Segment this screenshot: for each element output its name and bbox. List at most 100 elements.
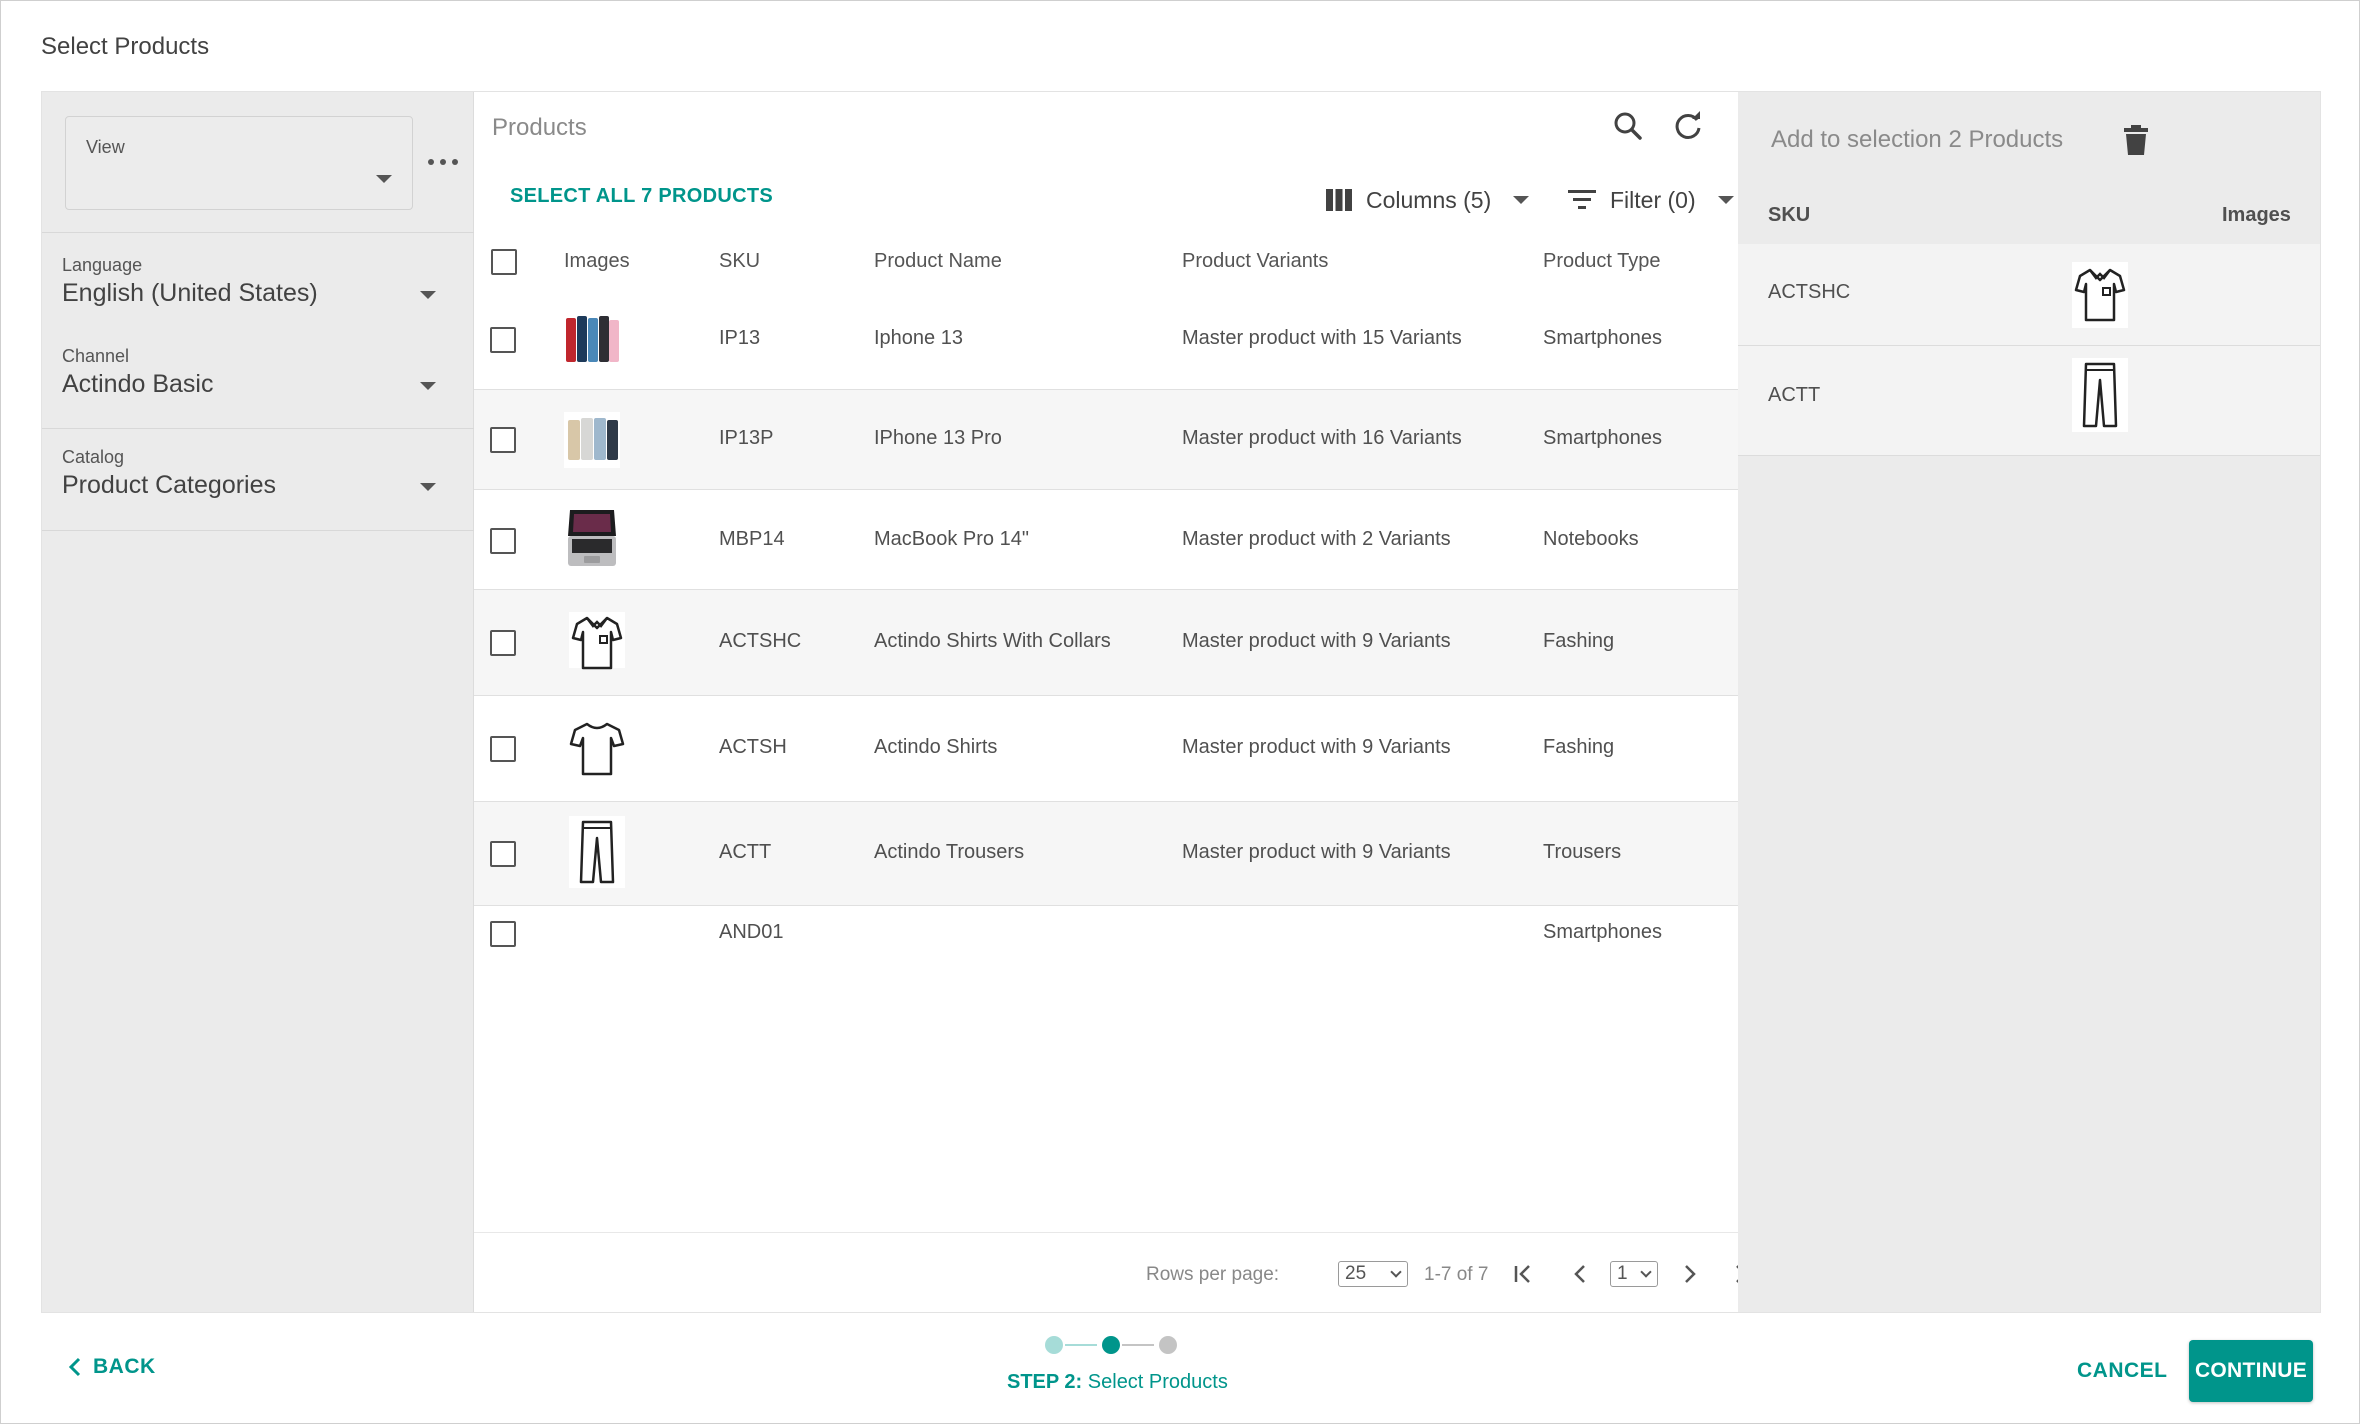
channel-value: Actindo Basic (62, 370, 214, 398)
row-product-name: Actindo Shirts (874, 736, 998, 758)
iphone-13-image (564, 312, 620, 368)
row-checkbox[interactable] (490, 528, 516, 554)
step-indicator-3 (1159, 1336, 1177, 1354)
step-indicator-2 (1102, 1336, 1120, 1354)
page-select-value: 1 (1617, 1263, 1628, 1284)
previous-page-icon[interactable] (1566, 1259, 1596, 1289)
step-connector (1122, 1344, 1154, 1346)
chevron-left-icon (68, 1357, 81, 1377)
table-row[interactable]: IP13 Iphone 13 Master product with 15 Va… (474, 290, 1738, 390)
column-header-images[interactable]: Images (564, 250, 630, 273)
select-all-button[interactable]: SELECT ALL 7 PRODUCTS (510, 185, 773, 208)
column-header-product-type[interactable]: Product Type (1543, 250, 1660, 273)
tshirt-icon (569, 718, 625, 776)
selection-sku: ACTT (1768, 384, 1821, 406)
row-checkbox[interactable] (490, 630, 516, 656)
columns-label: Columns (5) (1366, 186, 1492, 213)
columns-icon (1326, 189, 1352, 211)
row-type: Smartphones (1543, 921, 1662, 943)
back-label: BACK (93, 1355, 156, 1378)
continue-button[interactable]: CONTINUE (2189, 1340, 2313, 1402)
iphone-13-pro-image (564, 412, 620, 468)
table-row[interactable]: AND01 Smartphones (474, 906, 1738, 962)
row-sku: IP13 (719, 327, 761, 349)
row-type: Smartphones (1543, 327, 1662, 349)
select-products-dialog: Select Products View Language English (U… (0, 0, 2360, 1424)
row-checkbox[interactable] (490, 327, 516, 353)
selection-title: Add to selection 2 Products (1771, 126, 2064, 153)
search-icon[interactable] (1608, 106, 1648, 146)
selection-sku: ACTSHC (1768, 281, 1851, 303)
divider (42, 530, 474, 531)
row-variants: Master product with 9 Variants (1182, 630, 1451, 652)
row-type: Notebooks (1543, 528, 1639, 550)
columns-button[interactable]: Columns (5) (1326, 180, 1530, 220)
refresh-icon[interactable] (1668, 106, 1708, 146)
more-options-icon[interactable] (428, 147, 458, 177)
row-product-name: Actindo Shirts With Collars (874, 630, 1111, 652)
column-header-product-name[interactable]: Product Name (874, 250, 1002, 273)
dialog-content: View Language English (United States) Ch… (41, 91, 2321, 1313)
rows-per-page-value: 25 (1345, 1263, 1367, 1284)
row-sku: ACTSH (719, 736, 787, 758)
catalog-label: Catalog (62, 447, 125, 467)
row-checkbox[interactable] (490, 427, 516, 453)
channel-label: Channel (62, 346, 130, 366)
next-page-icon[interactable] (1674, 1259, 1704, 1289)
view-select[interactable]: View (65, 116, 413, 210)
row-variants: Master product with 2 Variants (1182, 528, 1451, 550)
filter-panel: View Language English (United States) Ch… (42, 92, 474, 1312)
polo-shirt-icon (2072, 262, 2128, 328)
table-row[interactable]: ACTSHC Actindo Shirts With Collars Maste… (474, 590, 1738, 696)
table-row[interactable]: ACTT Actindo Trousers Master product wit… (474, 802, 1738, 906)
chevron-down-icon (376, 175, 392, 183)
row-sku: IP13P (719, 427, 774, 449)
language-select[interactable]: Language English (United States) (42, 232, 474, 336)
back-button[interactable]: BACK (67, 1355, 156, 1379)
cancel-button[interactable]: CANCEL (2077, 1359, 2168, 1383)
row-checkbox[interactable] (490, 736, 516, 762)
selection-item[interactable]: ACTT (1738, 346, 2320, 456)
row-product-name: Actindo Trousers (874, 841, 1025, 863)
row-checkbox[interactable] (490, 841, 516, 867)
row-product-name: Iphone 13 (874, 327, 963, 349)
dialog-title: Select Products (41, 33, 210, 60)
channel-select[interactable]: Channel Actindo Basic (42, 336, 474, 428)
first-page-icon[interactable] (1508, 1259, 1538, 1289)
row-product-name: IPhone 13 Pro (874, 427, 1002, 449)
chevron-down-icon (1717, 196, 1734, 204)
trash-icon[interactable] (2122, 124, 2150, 156)
language-label: Language (62, 255, 143, 275)
page-select[interactable]: 1 (1610, 1261, 1658, 1287)
row-variants: Master product with 9 Variants (1182, 841, 1451, 863)
catalog-select[interactable]: Catalog Product Categories (42, 428, 474, 530)
selection-header-images: Images (2222, 204, 2291, 226)
row-variants: Master product with 15 Variants (1182, 327, 1462, 349)
catalog-value: Product Categories (62, 471, 277, 499)
polo-shirt-icon (569, 612, 625, 670)
trousers-icon (2072, 358, 2128, 432)
select-all-checkbox[interactable] (491, 249, 517, 275)
chevron-down-icon (1640, 1266, 1652, 1278)
filter-icon (1568, 190, 1596, 209)
selection-panel: Add to selection 2 Products SKU Images A… (1738, 92, 2320, 1312)
column-header-product-variants[interactable]: Product Variants (1182, 250, 1328, 273)
row-sku: AND01 (719, 921, 784, 943)
selection-item[interactable]: ACTSHC (1738, 244, 2320, 346)
row-checkbox[interactable] (490, 921, 516, 947)
column-header-sku[interactable]: SKU (719, 250, 760, 273)
row-variants: Master product with 16 Variants (1182, 427, 1462, 449)
wizard-stepper (1041, 1333, 1181, 1357)
macbook-image (564, 506, 620, 570)
filter-label: Filter (0) (1610, 186, 1696, 213)
row-type: Trousers (1543, 841, 1622, 863)
step-indicator-1 (1045, 1336, 1063, 1354)
table-row[interactable]: MBP14 MacBook Pro 14" Master product wit… (474, 490, 1738, 590)
row-type: Fashing (1543, 736, 1615, 758)
table-row[interactable]: IP13P IPhone 13 Pro Master product with … (474, 390, 1738, 490)
filter-button[interactable]: Filter (0) (1568, 180, 1734, 220)
row-type: Smartphones (1543, 427, 1662, 449)
row-type: Fashing (1543, 630, 1615, 652)
table-row[interactable]: ACTSH Actindo Shirts Master product with… (474, 696, 1738, 802)
rows-per-page-select[interactable]: 25 (1338, 1261, 1408, 1287)
